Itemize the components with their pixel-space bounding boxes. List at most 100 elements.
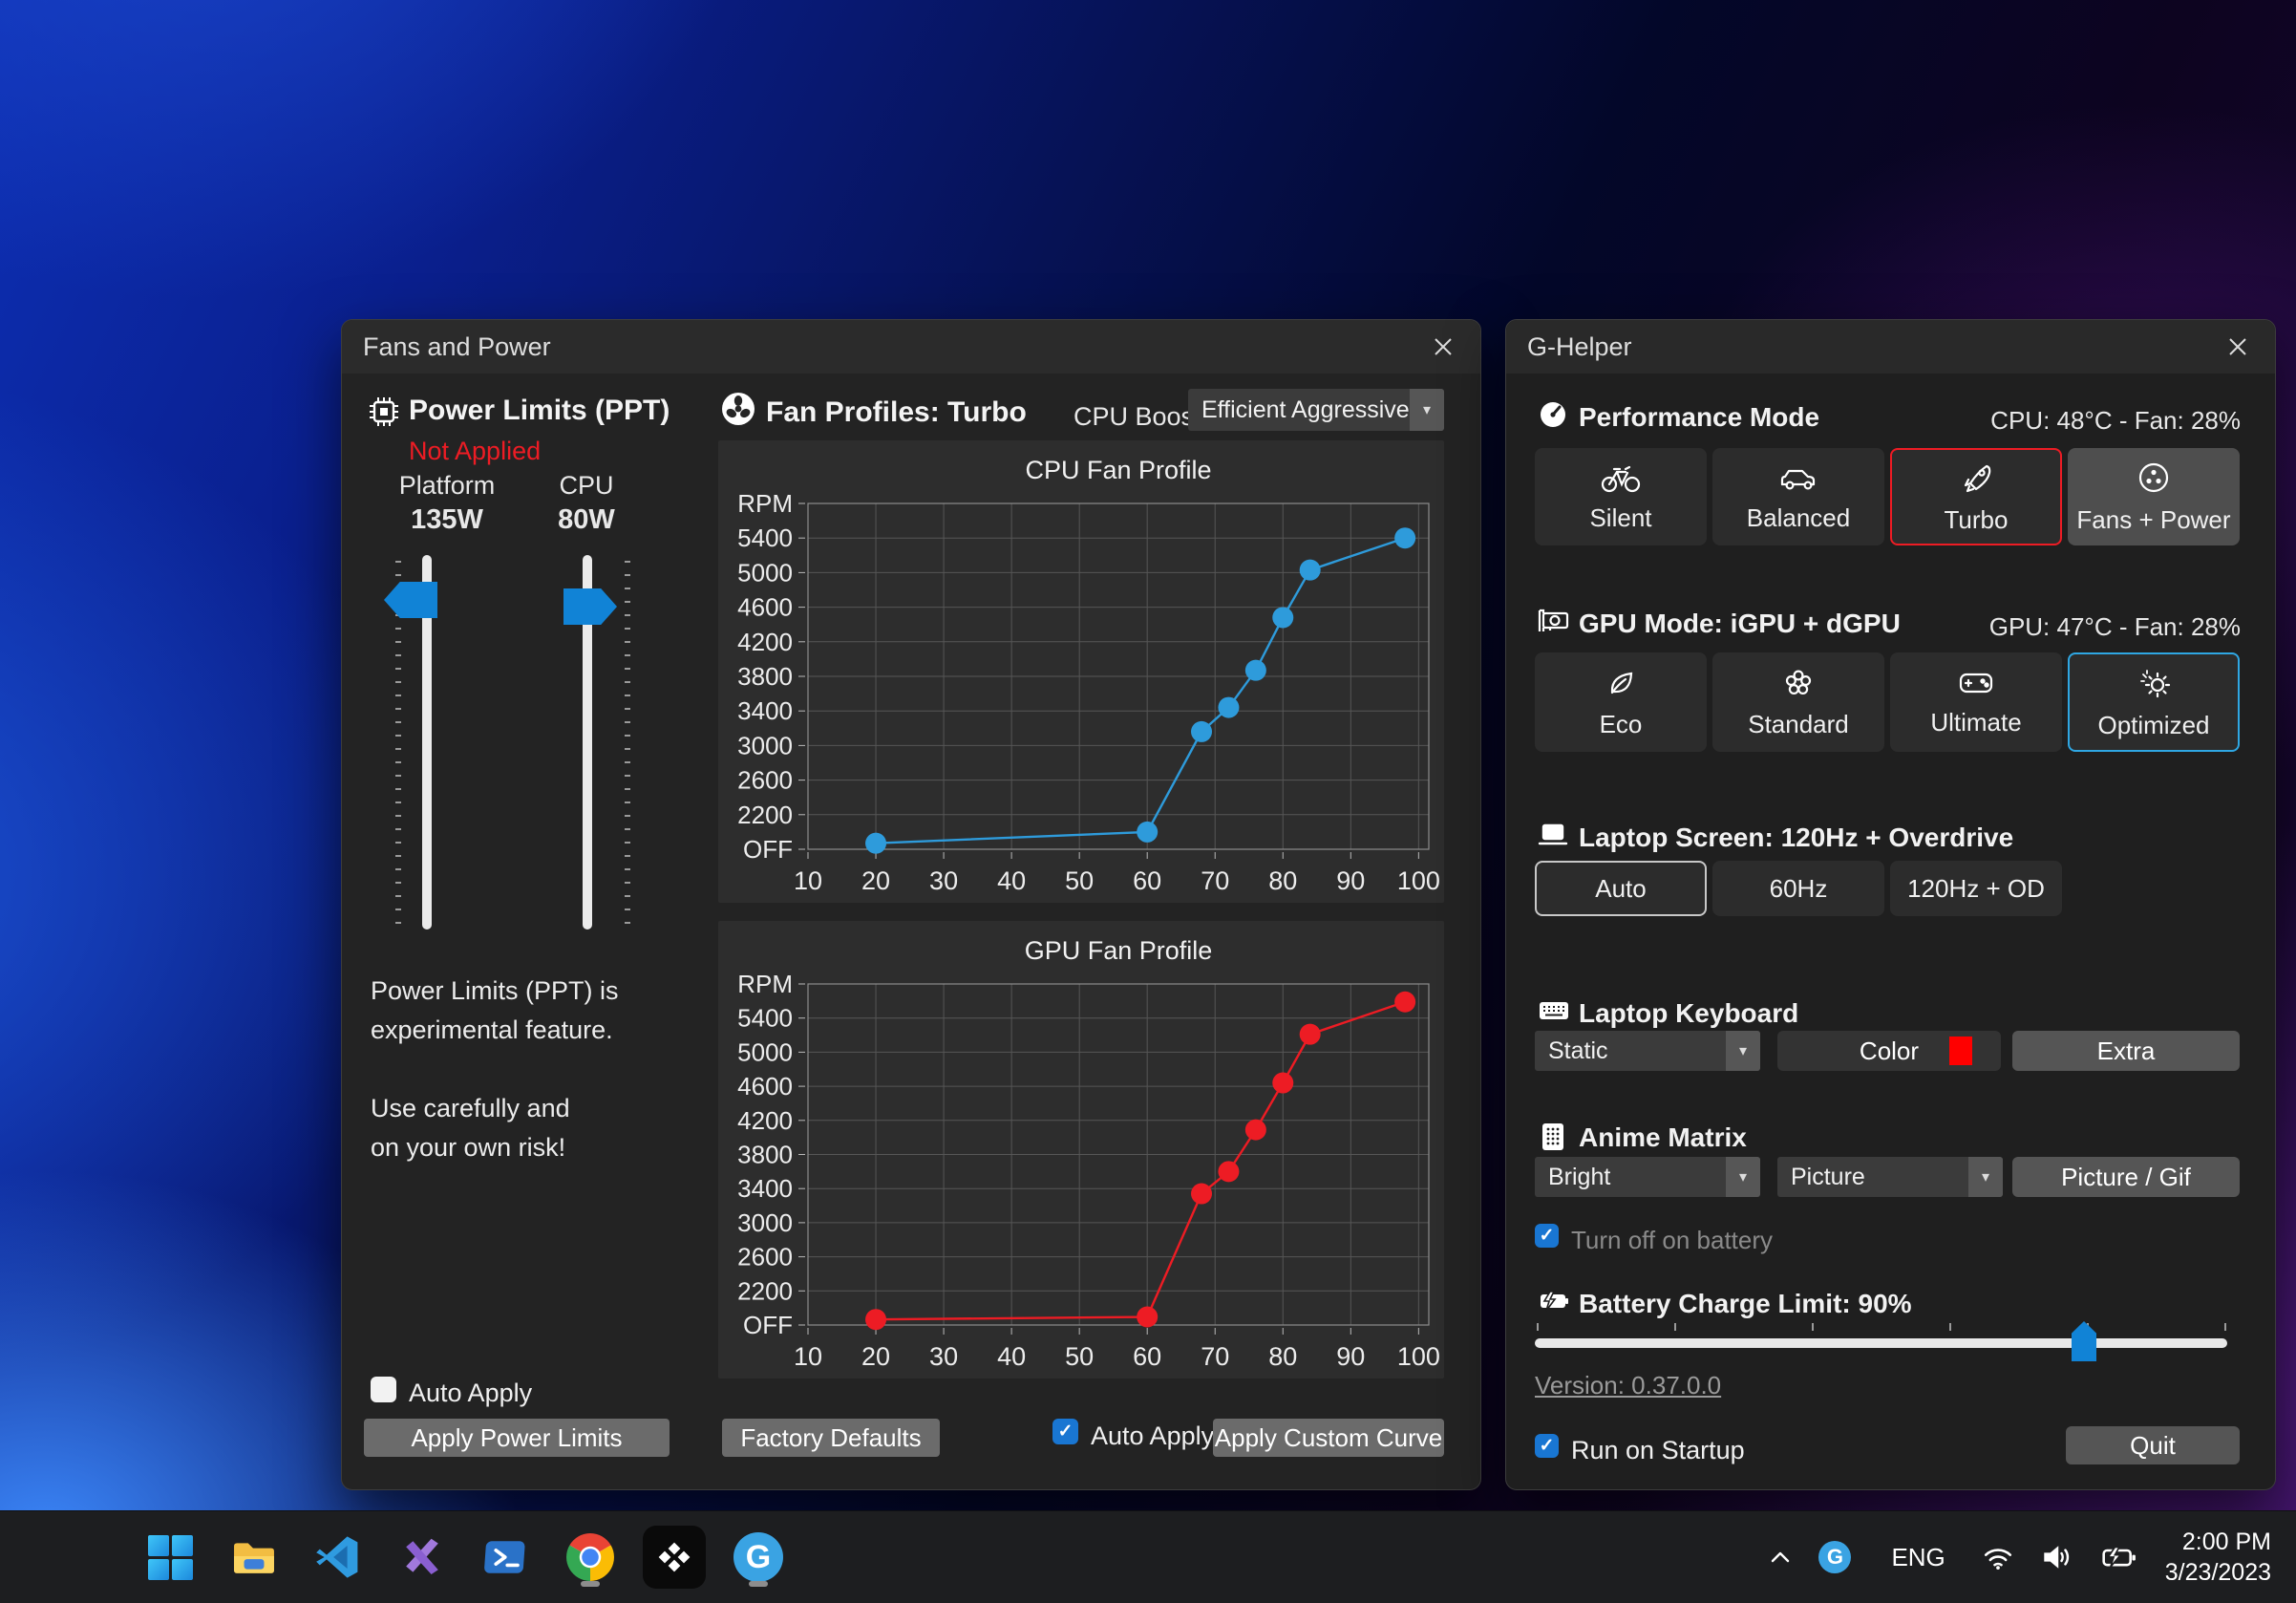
svg-text:5400: 5400 <box>737 524 793 552</box>
powershell-icon <box>483 1534 529 1580</box>
matrix-content-dropdown[interactable]: Picture <box>1777 1157 2003 1197</box>
file-explorer-button[interactable] <box>223 1526 286 1589</box>
fans-window-title: Fans and Power <box>363 332 551 362</box>
picture-gif-button[interactable]: Picture / Gif <box>2012 1157 2240 1197</box>
chrome-icon <box>566 1533 614 1581</box>
ghelper-titlebar[interactable]: G-Helper <box>1506 320 2275 374</box>
power-auto-apply-checkbox[interactable] <box>371 1377 396 1402</box>
gpu-button-eco[interactable]: Eco <box>1535 652 1707 752</box>
svg-text:3400: 3400 <box>737 696 793 725</box>
curve-auto-apply-checkbox[interactable] <box>1052 1419 1078 1444</box>
matrix-brightness-dropdown[interactable]: Bright <box>1535 1157 1760 1197</box>
gpu-button-standard[interactable]: Standard <box>1712 652 1884 752</box>
apply-custom-curve-button[interactable]: Apply Custom Curve <box>1213 1419 1444 1457</box>
cpu-fan-curve-chart[interactable]: CPU Fan Profile102030405060708090100RPM5… <box>718 440 1444 903</box>
start-button[interactable] <box>138 1526 202 1589</box>
gpu-fan-curve-chart[interactable]: GPU Fan Profile102030405060708090100RPM5… <box>718 921 1444 1379</box>
gpu-mode-heading: GPU Mode: iGPU + dGPU <box>1579 609 1901 639</box>
gpu-button-optimized[interactable]: Optimized <box>2068 652 2240 752</box>
svg-text:30: 30 <box>929 866 958 895</box>
performance-mode-heading: Performance Mode <box>1579 402 1819 433</box>
mode-button-turbo[interactable]: Turbo <box>1890 448 2062 545</box>
mode-button-label: Silent <box>1589 503 1651 533</box>
ghelper-title: G-Helper <box>1527 332 1632 362</box>
car-icon <box>1777 461 1819 494</box>
fans-window-close-button[interactable] <box>1427 331 1459 363</box>
svg-text:20: 20 <box>861 866 890 895</box>
svg-text:3000: 3000 <box>737 1208 793 1237</box>
svg-text:70: 70 <box>1201 866 1229 895</box>
chevron-down-icon[interactable] <box>1410 389 1444 431</box>
fans-window-titlebar[interactable]: Fans and Power <box>342 320 1480 374</box>
apply-power-limits-button[interactable]: Apply Power Limits <box>364 1419 670 1457</box>
battery-slider-track[interactable] <box>1535 1338 2227 1348</box>
mode-button-fans-power[interactable]: Fans + Power <box>2068 448 2240 545</box>
svg-text:2600: 2600 <box>737 766 793 795</box>
svg-text:20: 20 <box>861 1342 890 1371</box>
terminal-button[interactable] <box>475 1526 538 1589</box>
screen-button-auto[interactable]: Auto <box>1535 861 1707 916</box>
tidal-button[interactable] <box>643 1526 706 1589</box>
turn-off-on-battery-label: Turn off on battery <box>1571 1226 1773 1255</box>
svg-text:4200: 4200 <box>737 1106 793 1135</box>
language-indicator[interactable]: ENG <box>1891 1543 1945 1572</box>
battery-charge-limit-heading: Battery Charge Limit: 90% <box>1579 1289 1912 1319</box>
svg-text:RPM: RPM <box>737 489 793 518</box>
chevron-down-icon[interactable] <box>1726 1157 1760 1197</box>
svg-text:80: 80 <box>1268 1342 1297 1371</box>
mode-button-balanced[interactable]: Balanced <box>1712 448 1884 545</box>
fans-and-power-window: Fans and Power Power Limits (PPT) Not Ap… <box>341 319 1481 1490</box>
tray-chevron-up-icon[interactable] <box>1769 1550 1792 1565</box>
leaf-icon <box>1604 666 1638 700</box>
ghelper-tray-icon[interactable]: G <box>1818 1541 1851 1573</box>
screen-button-60hz[interactable]: 60Hz <box>1712 861 1884 916</box>
svg-text:100: 100 <box>1397 1342 1440 1371</box>
mode-button-label: Turbo <box>1945 505 2009 535</box>
quit-button[interactable]: Quit <box>2066 1426 2240 1464</box>
cpu-value: 80W <box>520 504 653 536</box>
factory-defaults-button[interactable]: Factory Defaults <box>722 1419 940 1457</box>
taskbar: G G ENG 2:00 PM 3/23/2023 <box>0 1510 2296 1603</box>
gpu-button-label: Standard <box>1748 710 1849 739</box>
battery-slider-ticks <box>1537 1323 2226 1331</box>
keyboard-extra-button[interactable]: Extra <box>2012 1031 2240 1071</box>
svg-text:40: 40 <box>997 866 1026 895</box>
fan-profiles-heading: Fan Profiles: Turbo <box>766 396 1027 429</box>
laptop-screen-heading: Laptop Screen: 120Hz + Overdrive <box>1579 823 2013 853</box>
cpu-boost-dropdown[interactable]: Efficient Aggressive <box>1188 389 1444 431</box>
gpu-button-label: Optimized <box>2097 711 2209 740</box>
svg-text:5400: 5400 <box>737 1004 793 1033</box>
ghelper-close-button[interactable] <box>2222 331 2254 363</box>
turn-off-on-battery-checkbox[interactable] <box>1535 1224 1559 1248</box>
screen-button-120hz-od[interactable]: 120Hz + OD <box>1890 861 2062 916</box>
battery-tray-icon[interactable] <box>2100 1544 2138 1571</box>
volume-icon[interactable] <box>2041 1543 2073 1571</box>
clock-date: 3/23/2023 <box>2165 1557 2271 1588</box>
cpu-slider-thumb[interactable] <box>563 588 617 625</box>
keyboard-icon <box>1537 996 1571 1025</box>
run-on-startup-checkbox[interactable] <box>1535 1434 1559 1458</box>
speedometer-icon <box>1537 398 1569 431</box>
power-limits-status: Not Applied <box>409 437 541 466</box>
svg-text:CPU Fan Profile: CPU Fan Profile <box>1025 456 1211 484</box>
vscode-button[interactable] <box>307 1526 370 1589</box>
svg-text:80: 80 <box>1268 866 1297 895</box>
platform-slider-thumb[interactable] <box>384 582 437 618</box>
chevron-down-icon[interactable] <box>1968 1157 2003 1197</box>
taskbar-clock[interactable]: 2:00 PM 3/23/2023 <box>2165 1527 2271 1588</box>
power-limits-note: Power Limits (PPT) is experimental featu… <box>371 972 686 1167</box>
running-indicator <box>749 1581 768 1587</box>
chrome-button[interactable] <box>559 1526 622 1589</box>
keyboard-mode-dropdown[interactable]: Static <box>1535 1031 1760 1071</box>
version-link[interactable]: Version: 0.37.0.0 <box>1535 1371 1721 1400</box>
gpu-button-ultimate[interactable]: Ultimate <box>1890 652 2062 752</box>
mode-button-silent[interactable]: Silent <box>1535 448 1707 545</box>
laptop-keyboard-heading: Laptop Keyboard <box>1579 998 1798 1029</box>
screen-button-label: 60Hz <box>1770 874 1828 904</box>
wifi-icon[interactable] <box>1982 1544 2014 1571</box>
chevron-down-icon[interactable] <box>1726 1031 1760 1071</box>
ghelper-taskbar-button[interactable]: G <box>727 1526 790 1589</box>
cpu-temp-status: CPU: 48°C - Fan: 28% <box>1990 406 2241 436</box>
visual-studio-button[interactable] <box>391 1526 454 1589</box>
keyboard-color-button[interactable]: Color <box>1777 1031 2001 1071</box>
